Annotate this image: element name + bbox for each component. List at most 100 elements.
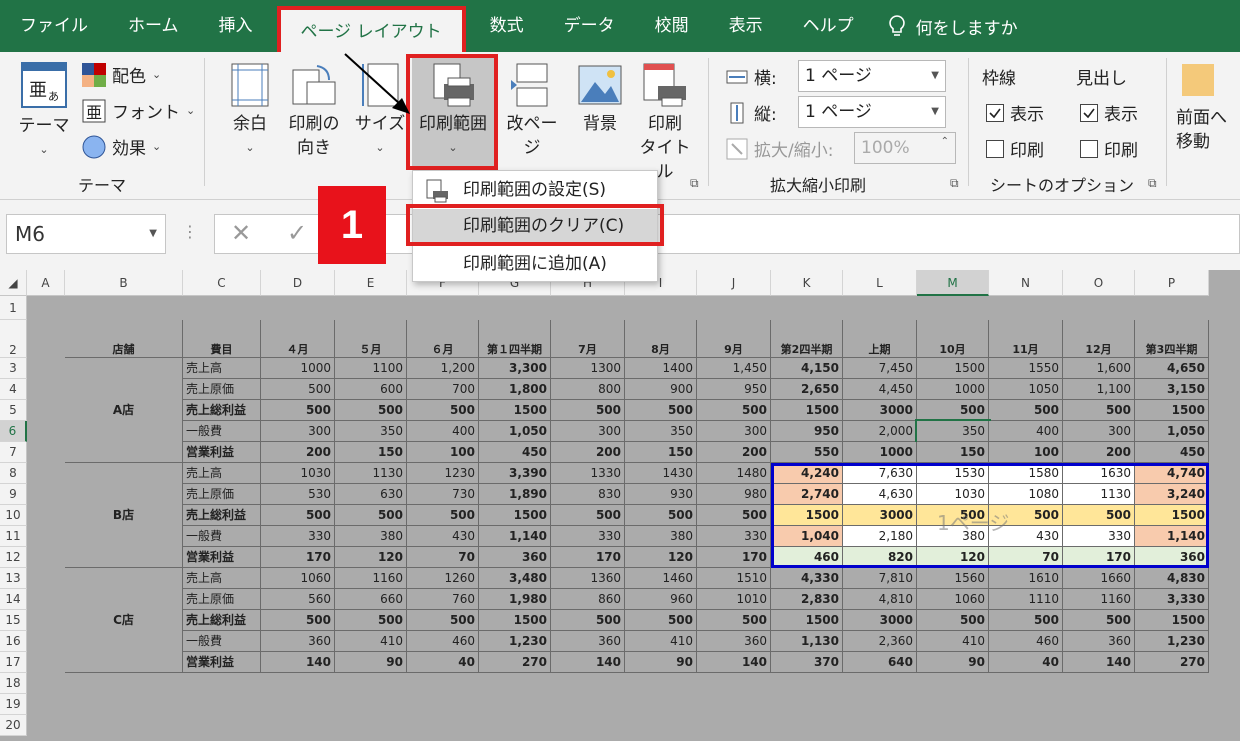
data-cell[interactable]: 4,450	[843, 379, 917, 400]
data-cell[interactable]: 1,230	[1135, 631, 1209, 652]
data-cell[interactable]: 1260	[407, 568, 479, 589]
data-cell[interactable]: 1,450	[697, 358, 771, 379]
data-cell[interactable]: 1400	[625, 358, 697, 379]
data-cell[interactable]: 170	[261, 547, 335, 568]
data-cell[interactable]: 1630	[1063, 463, 1135, 484]
data-cell[interactable]: 980	[697, 484, 771, 505]
row-header-10[interactable]: 10	[0, 505, 27, 526]
data-cell[interactable]: 200	[697, 442, 771, 463]
data-cell[interactable]: 2,830	[771, 589, 843, 610]
data-cell[interactable]: 450	[479, 442, 551, 463]
data-cell[interactable]: 7,810	[843, 568, 917, 589]
data-cell[interactable]: 200	[1063, 442, 1135, 463]
data-cell[interactable]: 380	[335, 526, 407, 547]
data-cell[interactable]: 3000	[843, 505, 917, 526]
data-cell[interactable]: 40	[989, 652, 1063, 673]
item-cell[interactable]: 売上原価	[183, 379, 261, 400]
data-cell[interactable]: 1500	[771, 400, 843, 421]
data-cell[interactable]: 270	[479, 652, 551, 673]
data-cell[interactable]: 500	[989, 610, 1063, 631]
data-cell[interactable]: 200	[551, 442, 625, 463]
data-cell[interactable]: 1160	[335, 568, 407, 589]
data-cell[interactable]: 830	[551, 484, 625, 505]
table-header[interactable]: 上期	[843, 320, 917, 358]
data-cell[interactable]: 730	[407, 484, 479, 505]
row-header-15[interactable]: 15	[0, 610, 27, 631]
data-cell[interactable]: 960	[625, 589, 697, 610]
column-header-L[interactable]: L	[843, 270, 917, 296]
data-cell[interactable]: 1360	[551, 568, 625, 589]
data-cell[interactable]: 500	[335, 400, 407, 421]
table-header[interactable]: 費目	[183, 320, 261, 358]
data-cell[interactable]: 150	[917, 442, 989, 463]
data-cell[interactable]: 4,740	[1135, 463, 1209, 484]
data-cell[interactable]: 500	[551, 505, 625, 526]
data-cell[interactable]: 350	[335, 421, 407, 442]
data-cell[interactable]: 1,100	[1063, 379, 1135, 400]
data-cell[interactable]: 500	[625, 505, 697, 526]
data-cell[interactable]: 380	[625, 526, 697, 547]
data-cell[interactable]: 300	[261, 421, 335, 442]
data-cell[interactable]: 90	[335, 652, 407, 673]
data-cell[interactable]: 1080	[989, 484, 1063, 505]
row-header-14[interactable]: 14	[0, 589, 27, 610]
data-cell[interactable]: 360	[479, 547, 551, 568]
column-header-C[interactable]: C	[183, 270, 261, 296]
data-cell[interactable]: 90	[625, 652, 697, 673]
item-cell[interactable]: 売上高	[183, 568, 261, 589]
data-cell[interactable]: 150	[335, 442, 407, 463]
column-header-K[interactable]: K	[771, 270, 843, 296]
data-cell[interactable]: 1,050	[1135, 421, 1209, 442]
data-cell[interactable]: 1560	[917, 568, 989, 589]
item-cell[interactable]: 営業利益	[183, 652, 261, 673]
data-cell[interactable]: 430	[407, 526, 479, 547]
item-cell[interactable]: 売上高	[183, 358, 261, 379]
row-header-4[interactable]: 4	[0, 379, 27, 400]
item-cell[interactable]: 一般費	[183, 631, 261, 652]
data-cell[interactable]: 360	[697, 631, 771, 652]
data-cell[interactable]: 4,830	[1135, 568, 1209, 589]
item-cell[interactable]: 売上高	[183, 463, 261, 484]
data-cell[interactable]: 1230	[407, 463, 479, 484]
data-cell[interactable]: 950	[697, 379, 771, 400]
data-cell[interactable]: 500	[551, 400, 625, 421]
data-cell[interactable]: 1,800	[479, 379, 551, 400]
data-cell[interactable]: 1500	[1135, 610, 1209, 631]
column-header-J[interactable]: J	[697, 270, 771, 296]
data-cell[interactable]: 300	[1063, 421, 1135, 442]
data-cell[interactable]: 500	[261, 379, 335, 400]
data-cell[interactable]: 90	[917, 652, 989, 673]
data-cell[interactable]: 4,810	[843, 589, 917, 610]
item-cell[interactable]: 売上原価	[183, 589, 261, 610]
data-cell[interactable]: 350	[625, 421, 697, 442]
data-cell[interactable]: 1,200	[407, 358, 479, 379]
data-cell[interactable]: 1530	[917, 463, 989, 484]
table-header[interactable]: 9月	[697, 320, 771, 358]
data-cell[interactable]: 330	[551, 526, 625, 547]
data-cell[interactable]: 4,240	[771, 463, 843, 484]
data-cell[interactable]: 500	[917, 400, 989, 421]
data-cell[interactable]: 1500	[1135, 400, 1209, 421]
table-header[interactable]: 第3四半期	[1135, 320, 1209, 358]
data-cell[interactable]: 120	[917, 547, 989, 568]
item-cell[interactable]: 一般費	[183, 526, 261, 547]
data-cell[interactable]: 1010	[697, 589, 771, 610]
data-cell[interactable]: 500	[625, 400, 697, 421]
data-cell[interactable]: 350	[915, 419, 991, 444]
data-cell[interactable]: 200	[261, 442, 335, 463]
item-cell[interactable]: 売上総利益	[183, 400, 261, 421]
data-cell[interactable]: 500	[697, 505, 771, 526]
data-cell[interactable]: 3,390	[479, 463, 551, 484]
data-cell[interactable]: 760	[407, 589, 479, 610]
data-cell[interactable]: 360	[1063, 631, 1135, 652]
data-cell[interactable]: 1500	[917, 358, 989, 379]
data-cell[interactable]: 140	[1063, 652, 1135, 673]
column-header-B[interactable]: B	[65, 270, 183, 296]
data-cell[interactable]: 500	[697, 610, 771, 631]
data-cell[interactable]: 1510	[697, 568, 771, 589]
row-header-18[interactable]: 18	[0, 673, 27, 694]
name-box[interactable]: M6 ▼	[6, 214, 166, 254]
add-to-print-area-item[interactable]: 印刷範囲に追加(A)	[413, 247, 657, 281]
data-cell[interactable]: 3,330	[1135, 589, 1209, 610]
data-cell[interactable]: 1000	[843, 442, 917, 463]
